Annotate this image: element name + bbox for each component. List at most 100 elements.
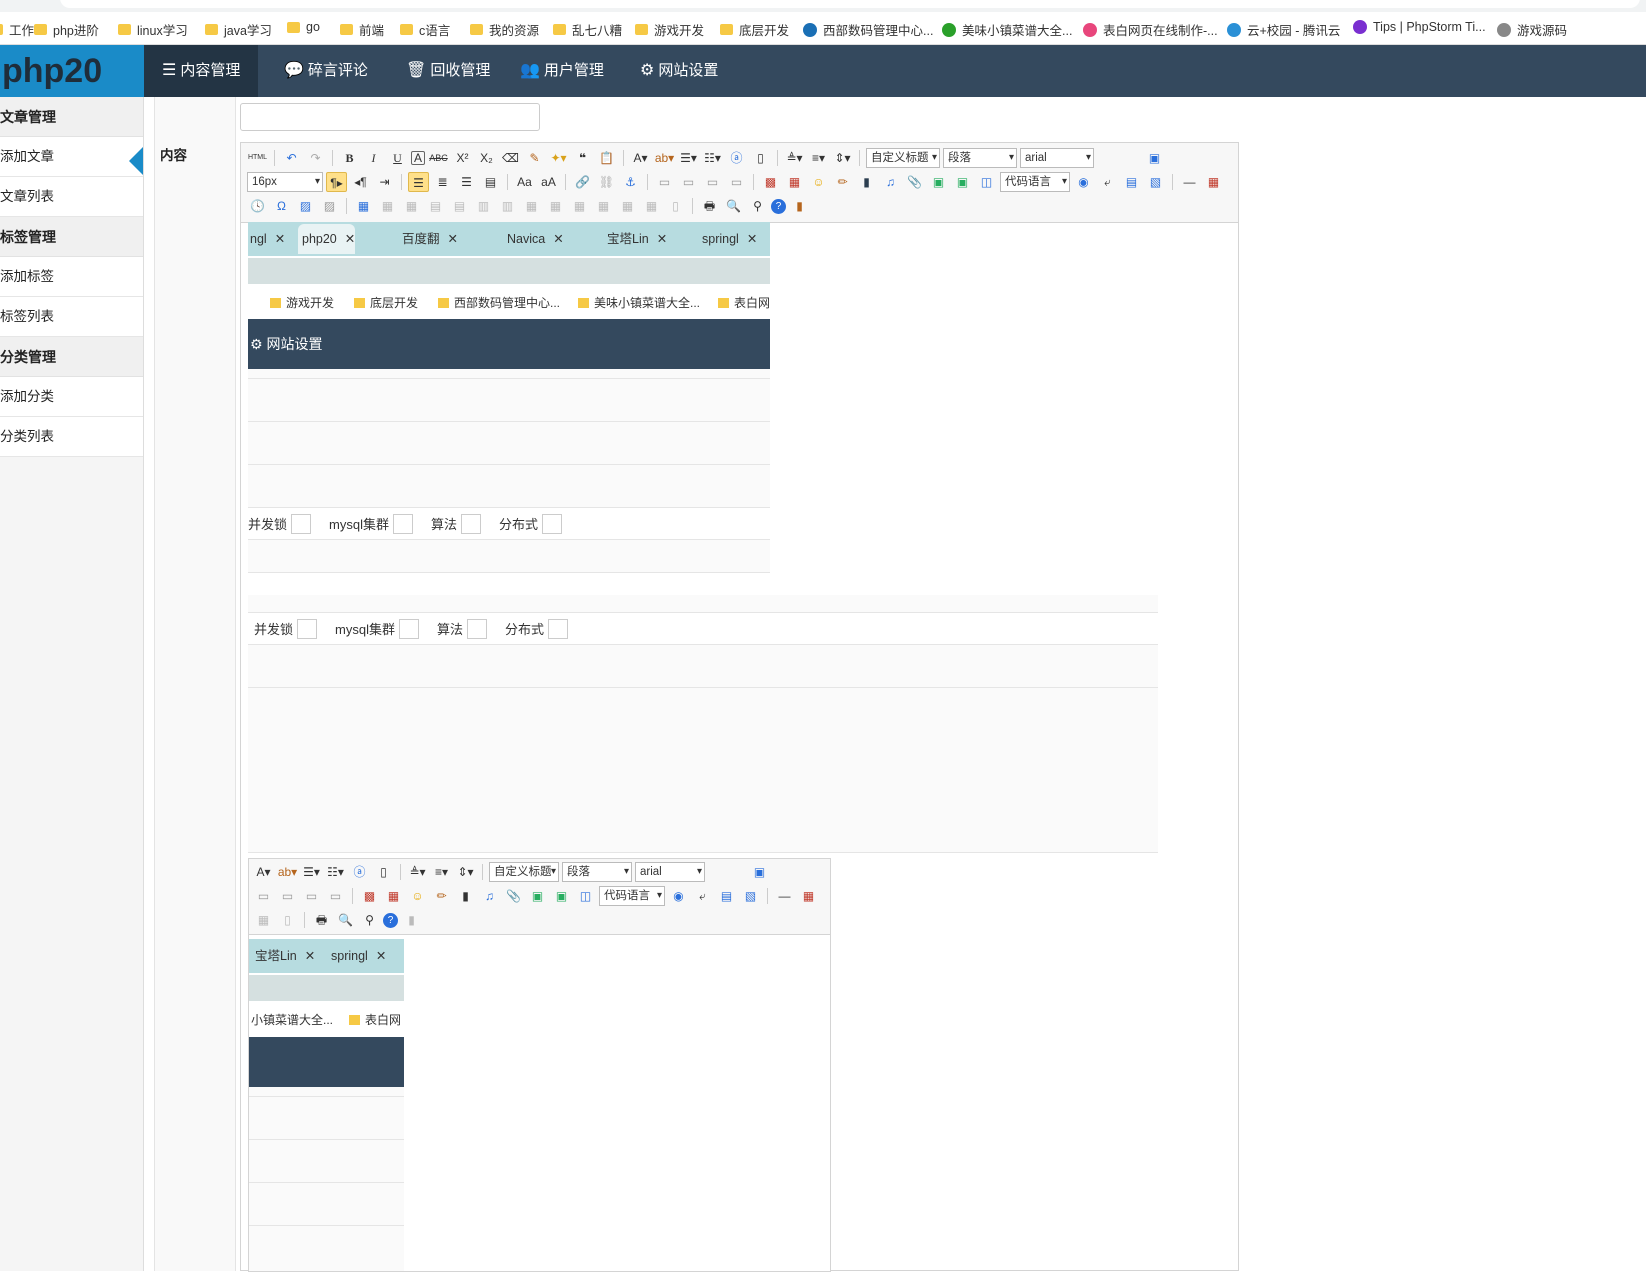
insert-image-icon[interactable]: ▦ xyxy=(784,172,805,192)
app-logo[interactable]: php20 xyxy=(0,45,144,97)
bold-icon[interactable]: B xyxy=(339,148,360,168)
redo-icon[interactable]: ↷ xyxy=(305,148,326,168)
bookmark-item[interactable]: php进阶 xyxy=(34,20,99,39)
to-uppercase-icon[interactable]: Aa xyxy=(514,172,535,192)
nav-tab[interactable]: 💬 碎言评论 xyxy=(266,45,386,97)
bookmark-item[interactable]: 前端 xyxy=(340,20,384,39)
sidebar-item[interactable]: 标签列表 xyxy=(0,297,143,337)
bookmark-item[interactable]: 云+校园 - 腾讯云 xyxy=(1227,20,1340,39)
font-color-icon[interactable]: A▾ xyxy=(630,148,651,168)
bookmark-item[interactable]: 工作 xyxy=(0,20,34,39)
bookmark-item[interactable]: java学习 xyxy=(205,20,272,39)
sidebar-item[interactable]: 添加分类 xyxy=(0,377,143,417)
image-right-icon[interactable]: ▭ xyxy=(702,172,723,192)
indent-icon[interactable]: ⇥ xyxy=(374,172,395,192)
align-right-icon[interactable]: ☰ xyxy=(456,172,477,192)
font-size-select[interactable]: 16px xyxy=(247,172,323,192)
bookmark-item[interactable]: 游戏开发 xyxy=(635,20,704,39)
font-border-icon[interactable]: A xyxy=(411,151,425,165)
paragraph-select[interactable]: 段落 xyxy=(943,148,1017,168)
unlink-icon[interactable]: ⛓ xyxy=(596,172,617,192)
nav-tab[interactable]: ⚙ 网站设置 xyxy=(622,45,736,97)
drafts-icon[interactable]: ▮ xyxy=(789,196,810,216)
scrawl-icon[interactable]: ✏ xyxy=(832,172,853,192)
preview-icon[interactable]: 🔍 xyxy=(723,196,744,216)
delete-col-icon[interactable]: ▥ xyxy=(497,196,518,216)
bookmark-item[interactable]: 底层开发 xyxy=(720,20,789,39)
align-center-icon[interactable]: ≣ xyxy=(432,172,453,192)
insert-frame-icon[interactable]: ◫ xyxy=(976,172,997,192)
underline-icon[interactable]: U xyxy=(387,148,408,168)
wordimage-icon[interactable]: ▨ xyxy=(295,196,316,216)
auto-typeset-icon[interactable]: ✦▾ xyxy=(548,148,569,168)
html-source-button[interactable]: HTML xyxy=(247,148,268,168)
nav-tab[interactable]: 🗑 回收管理 xyxy=(388,45,508,97)
line-height-icon[interactable]: ⇕▾ xyxy=(832,148,853,168)
insert-video-icon[interactable]: ▮ xyxy=(856,172,877,192)
subscript-icon[interactable]: X₂ xyxy=(476,148,497,168)
sidebar-item[interactable]: 添加标签 xyxy=(0,257,143,297)
align-justify-icon[interactable]: ▤ xyxy=(480,172,501,192)
nav-tab[interactable]: ☰ 内容管理 xyxy=(144,45,259,97)
image-center-icon[interactable]: ▭ xyxy=(726,172,747,192)
web-app-icon[interactable]: ◉ xyxy=(1073,172,1094,192)
simple-upload-icon[interactable]: ▩ xyxy=(760,172,781,192)
rtl-direction-icon[interactable]: ◂¶ xyxy=(350,172,371,192)
insert-table-icon[interactable]: ▦ xyxy=(353,196,374,216)
time-icon[interactable]: 🕓 xyxy=(247,196,268,216)
bookmark-item[interactable]: 我的资源 xyxy=(470,20,539,39)
charts-icon[interactable]: ▯ xyxy=(665,196,686,216)
ltr-direction-icon[interactable]: ¶▸ xyxy=(326,172,347,192)
attachment-icon[interactable]: 📎 xyxy=(904,172,925,192)
align-left-icon[interactable]: ☰ xyxy=(408,172,429,192)
help-icon[interactable]: ? xyxy=(771,198,786,214)
undo-icon[interactable]: ↶ xyxy=(281,148,302,168)
to-lowercase-icon[interactable]: aA xyxy=(538,172,559,192)
split-to-cells-icon[interactable]: ▦ xyxy=(593,196,614,216)
page-break-icon[interactable]: ⤶ xyxy=(1097,172,1118,192)
image-none-icon[interactable]: ▭ xyxy=(654,172,675,192)
select-all-icon[interactable]: ⓐ xyxy=(726,148,747,168)
split-to-rows-icon[interactable]: ▦ xyxy=(617,196,638,216)
insert-paragraph-before-table-icon[interactable]: ▦ xyxy=(401,196,422,216)
emotion-icon[interactable]: ☺ xyxy=(808,172,829,192)
unordered-list-icon[interactable]: ☷▾ xyxy=(702,148,723,168)
bookmark-item[interactable]: 乱七八糟 xyxy=(553,20,622,39)
bookmark-item[interactable]: 表白网页在线制作-... xyxy=(1083,20,1218,39)
insert-row-icon[interactable]: ▤ xyxy=(425,196,446,216)
background-icon[interactable]: ▧ xyxy=(1145,172,1166,192)
gmap-icon[interactable]: ▣ xyxy=(952,172,973,192)
bookmark-item[interactable]: c语言 xyxy=(400,20,450,39)
split-to-cols-icon[interactable]: ▦ xyxy=(641,196,662,216)
title-input[interactable] xyxy=(240,103,540,131)
ordered-list-icon[interactable]: ☰▾ xyxy=(678,148,699,168)
insert-col-icon[interactable]: ▥ xyxy=(473,196,494,216)
superscript-icon[interactable]: X² xyxy=(452,148,473,168)
special-chars-icon[interactable]: Ω xyxy=(271,196,292,216)
print-icon[interactable]: 🖶 xyxy=(699,196,720,216)
sidebar-item[interactable]: 添加文章 xyxy=(0,137,143,177)
date-icon[interactable]: ▦ xyxy=(1203,172,1224,192)
bookmark-item[interactable]: 西部数码管理中心... xyxy=(803,20,933,39)
rich-text-editor[interactable]: HTML ↶ ↷ B I U A ABC X² X₂ ⌫ ✎ ✦▾ ❝ 📋 A▾… xyxy=(240,142,1239,1272)
merge-down-icon[interactable]: ▦ xyxy=(569,196,590,216)
horizontal-rule-icon[interactable]: — xyxy=(1179,172,1200,192)
search-replace-icon[interactable]: ⚲ xyxy=(747,196,768,216)
nav-tab[interactable]: 👥 用户管理 xyxy=(502,45,622,97)
eraser-icon[interactable]: ⌫ xyxy=(500,148,521,168)
template-icon[interactable]: ▤ xyxy=(1121,172,1142,192)
fullscreen-icon[interactable]: ▣ xyxy=(1144,148,1165,168)
link-icon[interactable]: 🔗 xyxy=(572,172,593,192)
code-language-select[interactable]: 代码语言 xyxy=(1000,172,1070,192)
bookmark-item[interactable]: 美味小镇菜谱大全... xyxy=(942,20,1072,39)
bookmark-item[interactable]: linux学习 xyxy=(118,20,188,39)
font-family-select[interactable]: arial xyxy=(1020,148,1094,168)
paste-plain-icon[interactable]: 📋 xyxy=(596,148,617,168)
sidebar-item[interactable]: 分类列表 xyxy=(0,417,143,457)
row-spacing-top-icon[interactable]: ≜▾ xyxy=(784,148,805,168)
merge-right-icon[interactable]: ▦ xyxy=(545,196,566,216)
image-left-icon[interactable]: ▭ xyxy=(678,172,699,192)
snapscreen-icon[interactable]: ▨ xyxy=(319,196,340,216)
merge-cells-icon[interactable]: ▦ xyxy=(521,196,542,216)
bookmark-item[interactable]: go xyxy=(287,20,320,34)
